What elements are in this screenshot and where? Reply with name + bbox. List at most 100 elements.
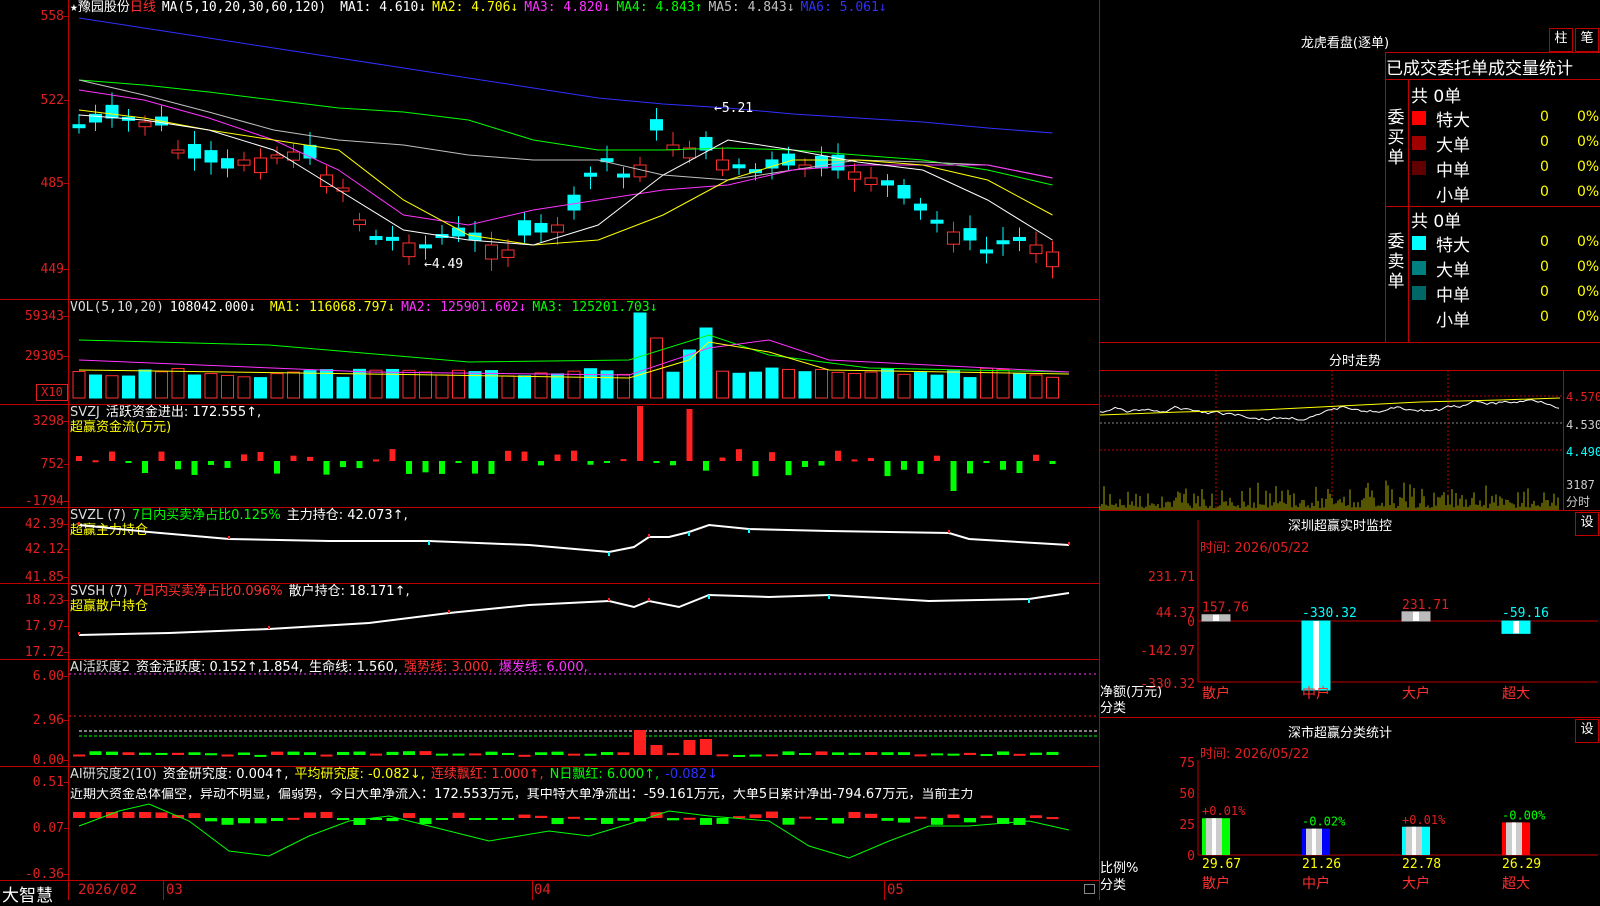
monitor-bar-label: -330.32 [1302, 606, 1357, 621]
volume-chart[interactable] [69, 300, 1099, 405]
research-bar [452, 812, 465, 818]
activity-bar [1046, 751, 1059, 755]
volume-bar [237, 376, 251, 399]
candle [996, 240, 1010, 245]
flow-bar [340, 461, 346, 468]
candle [138, 121, 152, 128]
candle [914, 203, 927, 211]
volume-bar [386, 368, 399, 399]
candle [402, 242, 416, 258]
activity-bar [947, 753, 960, 756]
volume-bar [518, 375, 531, 399]
activity-bar [551, 751, 564, 755]
sell-row-value: 0 [1540, 309, 1549, 325]
intraday-chart[interactable] [1099, 370, 1563, 510]
activity-bar [254, 754, 267, 757]
candle [716, 159, 729, 171]
y-label: 449 [40, 262, 64, 277]
activity-bar [353, 751, 366, 755]
research-bar [502, 818, 514, 820]
activity-bar [766, 754, 778, 757]
intra-price-line [1099, 399, 1560, 421]
volume-bar [105, 375, 119, 399]
research-bar [683, 817, 696, 820]
volume-bar [666, 371, 680, 399]
flow-bar [76, 455, 82, 461]
y-label: 6.00 [32, 669, 64, 684]
research-bar [749, 814, 762, 818]
bar-mode-button[interactable]: 柱 [1549, 28, 1573, 52]
sell-row-percent: 0% [1577, 309, 1600, 325]
flow-bar [356, 461, 363, 469]
ma1-line [78, 114, 1053, 246]
tick-mode-button[interactable]: 笔 [1575, 28, 1599, 52]
research-bar [518, 814, 531, 818]
flow-bar [290, 455, 297, 461]
flow-bar [1000, 461, 1006, 470]
activity-bar [832, 752, 844, 755]
activity-bar [518, 754, 531, 757]
buy-row-swatch [1412, 161, 1426, 175]
activity-bar [469, 753, 481, 756]
flow-bar [884, 461, 891, 477]
volume-bar [963, 377, 977, 399]
stats-pct-label: 29.67 [1202, 857, 1241, 872]
research-bar [766, 811, 778, 818]
flow-bar [224, 461, 231, 468]
monitor-bar-chart[interactable]: 157.76 散户 -330.32 中户 231.71 大户 -59.16 超大 [1197, 520, 1598, 720]
lock-icon[interactable] [1084, 884, 1095, 894]
flow-bar [125, 461, 132, 463]
flow-bar [802, 461, 808, 467]
research-bar [700, 818, 712, 825]
sell-total: 共 0单 [1411, 212, 1462, 232]
candle [72, 124, 86, 129]
research-bar [271, 818, 283, 822]
main-holding-chart[interactable] [69, 507, 1099, 583]
intraday-vol: 3187 [1566, 478, 1595, 492]
research-bar [799, 816, 811, 819]
app-logo: 大智慧 [2, 886, 53, 906]
research-bar [815, 818, 828, 820]
flow-bar [571, 450, 577, 461]
volume-bar [188, 374, 201, 399]
research-chart[interactable] [69, 766, 1099, 880]
retail-holding-chart[interactable] [69, 583, 1099, 659]
fund-flow-chart[interactable] [69, 404, 1099, 507]
activity-bar [419, 751, 432, 755]
flow-bar [736, 449, 742, 461]
buy-row-name: 中单 [1436, 161, 1470, 181]
activity-bar [683, 740, 696, 755]
activity-bar [337, 751, 349, 755]
buy-row-value: 0 [1540, 159, 1549, 175]
candle [188, 144, 201, 159]
research-bar [254, 818, 267, 824]
y-label: 29305 [24, 349, 64, 364]
candle [1029, 244, 1043, 255]
buy-row-percent: 0% [1577, 134, 1600, 150]
candle [254, 157, 267, 174]
y-label: 752 [40, 457, 64, 472]
stats-bar-chart[interactable]: +0.01% 29.67 散户 -0.02% 21.26 中户 +0.01% 22.78 大户 -… [1197, 740, 1598, 900]
volume-bar [914, 372, 927, 399]
price-chart[interactable]: ←5.21 ←4.49 [69, 0, 1099, 300]
activity-bar [320, 754, 333, 757]
flow-bar [785, 461, 792, 476]
flow-bar [703, 461, 709, 471]
monitor-cat-label: 分类 [1100, 701, 1127, 716]
candle [303, 144, 317, 159]
activity-bar [89, 751, 102, 755]
stats-pct-label: 26.29 [1502, 857, 1541, 872]
ai-activity-chart[interactable] [69, 659, 1099, 766]
candle [848, 171, 861, 180]
candle [963, 228, 977, 241]
candle [864, 177, 878, 186]
activity-bar [749, 754, 762, 757]
candle [584, 172, 597, 177]
flow-bar [472, 461, 478, 474]
activity-bar [205, 753, 217, 756]
research-bar [320, 811, 333, 818]
flow-bar [274, 461, 280, 474]
research-bar [469, 818, 481, 820]
candle [369, 236, 383, 241]
x-label-mar: 03 [166, 882, 183, 898]
